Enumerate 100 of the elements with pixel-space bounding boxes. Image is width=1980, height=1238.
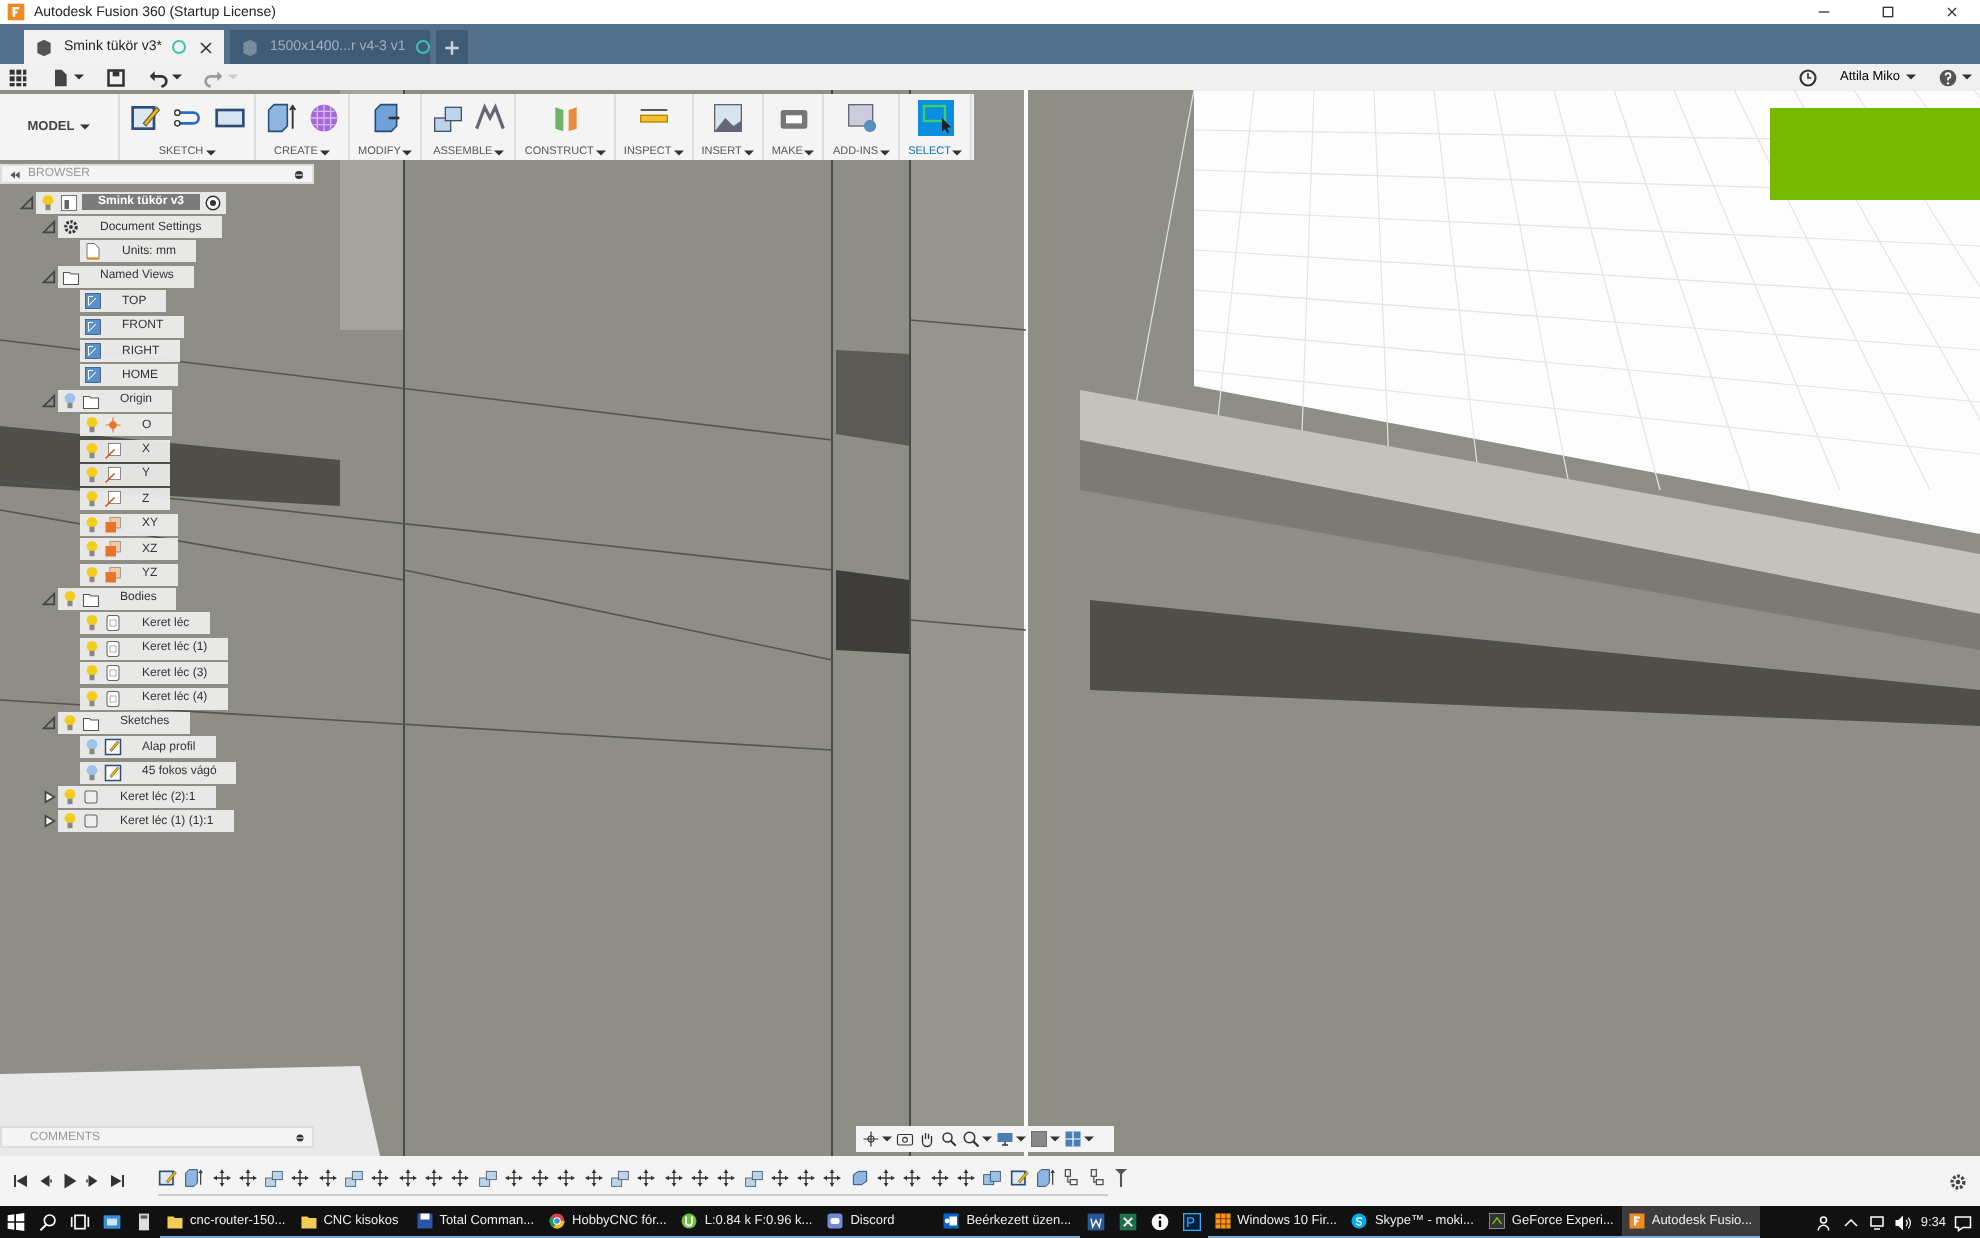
camera-icon[interactable] bbox=[896, 1130, 914, 1148]
light-bulb-icon[interactable] bbox=[62, 391, 78, 410]
move-arrows-icon[interactable] bbox=[716, 1167, 737, 1187]
windows-logo-icon[interactable] bbox=[6, 1212, 26, 1232]
collapsed-triangle-icon[interactable] bbox=[41, 790, 55, 805]
move-arrows-icon[interactable] bbox=[423, 1167, 444, 1187]
move-arrows-icon[interactable] bbox=[530, 1167, 551, 1187]
move-arrows-icon[interactable] bbox=[503, 1167, 524, 1187]
move-arrows-icon[interactable] bbox=[929, 1167, 950, 1187]
collapsed-triangle-icon[interactable] bbox=[41, 814, 55, 829]
notification-icon[interactable] bbox=[1954, 1213, 1972, 1231]
close-icon[interactable] bbox=[1944, 4, 1960, 20]
chevron-up-icon[interactable] bbox=[1842, 1213, 1861, 1231]
light-bulb-icon[interactable] bbox=[84, 689, 100, 707]
collapse-icon[interactable] bbox=[8, 167, 22, 181]
pin-icon[interactable] bbox=[292, 167, 306, 181]
expanded-triangle-icon[interactable] bbox=[41, 393, 55, 408]
spreadsheet-app-icon[interactable] bbox=[1117, 1212, 1138, 1232]
expanded-triangle-icon[interactable] bbox=[19, 195, 33, 210]
joint-icon[interactable] bbox=[264, 1167, 285, 1187]
light-bulb-icon[interactable] bbox=[84, 565, 100, 584]
rigid-joint-icon[interactable] bbox=[1062, 1167, 1083, 1187]
step-back-icon[interactable] bbox=[36, 1172, 54, 1190]
light-bulb-icon[interactable] bbox=[84, 490, 100, 509]
move-arrows-icon[interactable] bbox=[689, 1167, 710, 1187]
light-bulb-icon[interactable] bbox=[84, 416, 100, 435]
sketch-icon[interactable] bbox=[1009, 1167, 1029, 1187]
move-arrows-icon[interactable] bbox=[450, 1167, 471, 1187]
move-arrows-icon[interactable] bbox=[556, 1167, 577, 1187]
info-icon[interactable] bbox=[1149, 1212, 1170, 1232]
move-arrows-icon[interactable] bbox=[211, 1167, 232, 1187]
image-editor-icon[interactable] bbox=[1181, 1212, 1202, 1232]
close-icon[interactable] bbox=[196, 37, 217, 57]
light-bulb-icon[interactable] bbox=[84, 441, 100, 460]
move-arrows-icon[interactable] bbox=[822, 1167, 843, 1187]
task-view-icon[interactable] bbox=[70, 1212, 90, 1232]
skip-end-icon[interactable] bbox=[108, 1172, 126, 1190]
expanded-triangle-icon[interactable] bbox=[41, 715, 55, 730]
undo-icon[interactable] bbox=[148, 67, 168, 87]
joint-icon[interactable] bbox=[344, 1167, 365, 1187]
light-bulb-icon[interactable] bbox=[84, 515, 100, 534]
move-arrows-icon[interactable] bbox=[237, 1167, 258, 1187]
light-bulb-icon[interactable] bbox=[84, 738, 100, 757]
search-icon[interactable] bbox=[38, 1212, 58, 1232]
move-arrows-icon[interactable] bbox=[955, 1167, 976, 1187]
cube-icon[interactable] bbox=[849, 1167, 870, 1187]
pin-icon[interactable] bbox=[294, 1131, 306, 1143]
calculator-icon[interactable] bbox=[134, 1212, 154, 1232]
toolbar-tool[interactable] bbox=[844, 100, 879, 134]
expanded-triangle-icon[interactable] bbox=[41, 591, 55, 606]
skip-start-icon[interactable] bbox=[12, 1172, 30, 1190]
light-bulb-icon[interactable] bbox=[84, 639, 100, 658]
help-icon[interactable] bbox=[1938, 67, 1958, 87]
joint-icon[interactable] bbox=[743, 1167, 764, 1187]
clock-icon[interactable] bbox=[1798, 67, 1819, 87]
move-arrows-icon[interactable] bbox=[636, 1167, 657, 1187]
hand-icon[interactable] bbox=[918, 1130, 936, 1148]
toolbar-tool[interactable] bbox=[264, 100, 298, 134]
light-bulb-icon[interactable] bbox=[62, 713, 78, 732]
light-bulb-icon[interactable] bbox=[84, 664, 100, 683]
people-icon[interactable] bbox=[1816, 1213, 1835, 1231]
new-tab-button[interactable] bbox=[436, 30, 468, 64]
network-icon[interactable] bbox=[1868, 1213, 1887, 1231]
move-arrows-icon[interactable] bbox=[397, 1167, 418, 1187]
expanded-triangle-icon[interactable] bbox=[41, 220, 55, 235]
toolbar-tool[interactable] bbox=[128, 100, 162, 134]
move-arrows-icon[interactable] bbox=[876, 1167, 897, 1187]
joint-icon[interactable] bbox=[477, 1167, 498, 1187]
light-bulb-icon[interactable] bbox=[40, 193, 56, 212]
apps-grid-icon[interactable] bbox=[8, 67, 28, 87]
toolbar-tool[interactable] bbox=[472, 100, 507, 134]
window-card-icon[interactable] bbox=[102, 1212, 122, 1232]
move-arrows-icon[interactable] bbox=[370, 1167, 391, 1187]
toolbar-tool[interactable] bbox=[918, 100, 953, 134]
combine-icon[interactable] bbox=[982, 1167, 1003, 1187]
light-bulb-icon[interactable] bbox=[62, 589, 78, 608]
play-icon[interactable] bbox=[60, 1172, 78, 1190]
move-arrows-icon[interactable] bbox=[769, 1167, 790, 1187]
sketch-icon[interactable] bbox=[158, 1167, 178, 1187]
settings-icon[interactable] bbox=[1948, 1171, 1968, 1191]
move-arrows-icon[interactable] bbox=[902, 1167, 923, 1187]
move-arrows-icon[interactable] bbox=[663, 1167, 684, 1187]
move-arrows-icon[interactable] bbox=[317, 1167, 338, 1187]
step-forward-icon[interactable] bbox=[84, 1172, 102, 1190]
toolbar-tool[interactable] bbox=[710, 100, 745, 134]
joint-icon[interactable] bbox=[610, 1167, 631, 1187]
light-bulb-icon[interactable] bbox=[84, 465, 100, 484]
maximize-icon[interactable] bbox=[1880, 4, 1896, 20]
zoom-icon[interactable] bbox=[940, 1130, 958, 1148]
rigid-joint-icon[interactable] bbox=[1088, 1167, 1109, 1187]
light-bulb-icon[interactable] bbox=[84, 614, 100, 633]
save-icon[interactable] bbox=[106, 67, 126, 87]
box-arrow-icon[interactable] bbox=[184, 1167, 205, 1187]
document-app-icon[interactable] bbox=[1085, 1212, 1106, 1232]
light-bulb-icon[interactable] bbox=[84, 763, 100, 782]
move-arrows-icon[interactable] bbox=[290, 1167, 311, 1187]
move-arrows-icon[interactable] bbox=[796, 1167, 817, 1187]
light-bulb-icon[interactable] bbox=[84, 540, 100, 559]
move-arrows-icon[interactable] bbox=[583, 1167, 604, 1187]
volume-icon[interactable] bbox=[1894, 1213, 1913, 1231]
